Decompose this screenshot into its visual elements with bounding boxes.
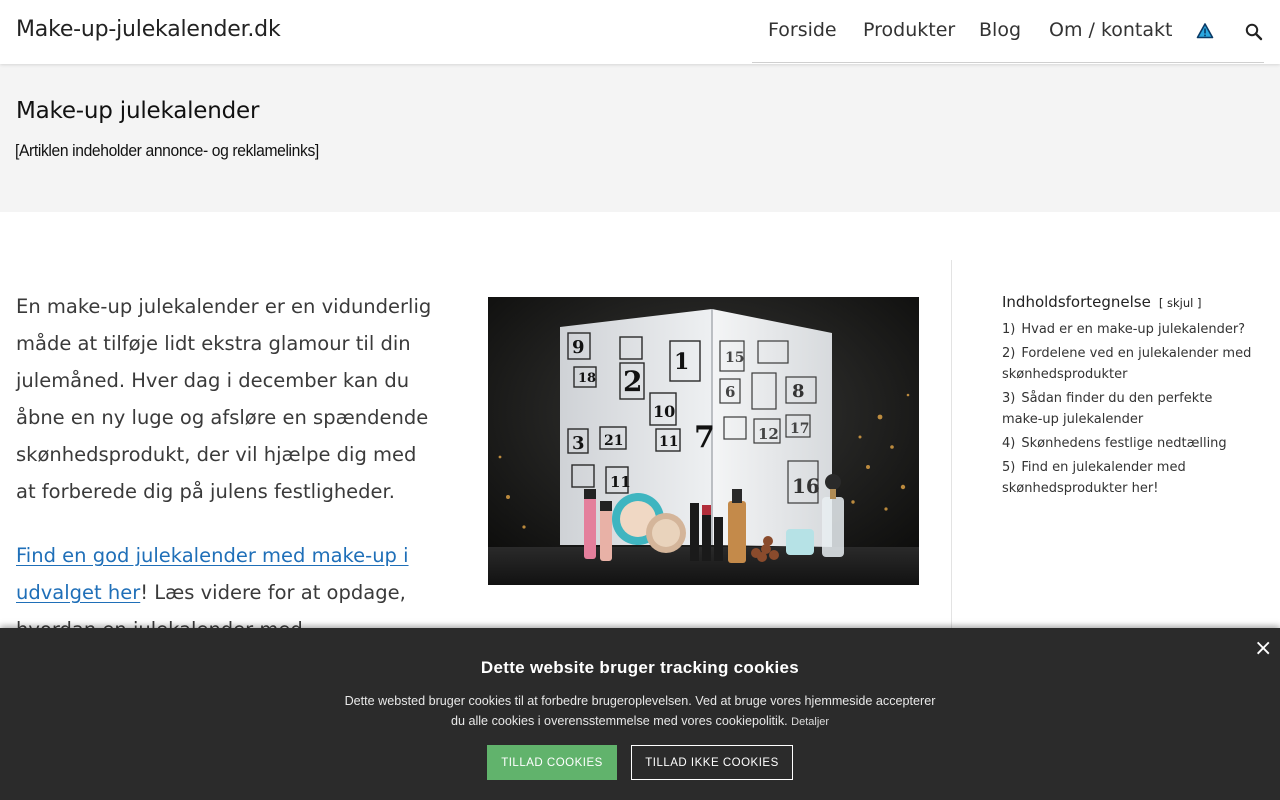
search-icon[interactable] [1244,22,1264,42]
toc-list: 1) Hvad er en make-up julekalender? 2) For… [1002,319,1252,499]
nav-item-forside[interactable]: Forside [768,19,837,41]
door-21: 21 [604,433,623,449]
toc-item-4[interactable]: 4) Skønhedens festlige nedtælling [1002,433,1252,454]
nav-item-blog[interactable]: Blog [979,19,1021,41]
toc-item-5[interactable]: 5) Find en julekalender med skønhedsprodu… [1002,457,1252,499]
cookie-consent-banner: × Dette website bruger tracking cookies … [0,628,1280,800]
door-11: 11 [659,434,678,450]
site-header: Make-up-julekalender.dk Forside Produkte… [0,0,1280,64]
cookie-body: Dette websted bruger cookies til at forb… [344,694,936,728]
door-12: 12 [758,425,779,443]
toc-title: Indholdsfortegnelse [1002,293,1151,311]
cookie-title: Dette website bruger tracking cookies [480,658,800,677]
allow-cookies-button[interactable]: TILLAD COOKIES [487,745,617,780]
door-16: 16 [792,474,820,498]
toc-item-number: 1) [1002,322,1016,337]
toc-item-number: 2) [1002,346,1016,361]
cookie-text: Dette websted bruger cookies til at forb… [340,691,940,732]
cookie-details-link[interactable]: Detaljer [791,716,829,728]
page-header-band: Make-up julekalender [Artiklen indeholde… [0,64,1280,212]
sidebar-divider [951,260,952,660]
toc-item-number: 3) [1002,391,1016,406]
toc-item-number: 5) [1002,460,1016,475]
door-15: 15 [725,350,744,366]
table-of-contents: Indholdsfortegnelse [ skjul ] 1) Hvad er e… [1002,292,1252,502]
deny-cookies-button[interactable]: TILLAD IKKE COOKIES [631,745,793,780]
door-17: 17 [790,421,809,437]
nav-item-produkter[interactable]: Produkter [863,19,955,41]
toc-item-3[interactable]: 3) Sådan finder du den perfekte make-up j… [1002,388,1252,430]
toc-item-label: Hvad er en make-up julekalender? [1021,322,1246,337]
advent-calendar-image: 9 1 15 18 2 6 8 10 3 21 11 7 12 17 11 16 [488,297,919,585]
door-2: 2 [623,365,642,398]
page-title: Make-up julekalender [16,98,260,124]
door-6: 6 [725,383,735,401]
door-18: 18 [578,371,596,386]
toc-item-2[interactable]: 2) Fordelene ved en julekalender med skøn… [1002,343,1252,385]
toc-toggle-button[interactable]: [ skjul ] [1159,296,1202,310]
toc-item-label: Skønhedens festlige nedtælling [1021,436,1227,451]
ad-disclaimer: [Artiklen indeholder annonce- og reklame… [15,141,319,160]
door-7: 7 [694,420,715,455]
intro-paragraph: En make-up julekalender er en vidunderli… [16,295,432,503]
toc-item-1[interactable]: 1) Hvad er en make-up julekalender? [1002,319,1252,340]
door-9: 9 [572,337,585,358]
warning-triangle-icon[interactable] [1196,22,1216,42]
nav-item-om-kontakt[interactable]: Om / kontakt [1049,19,1172,41]
door-3: 3 [572,433,585,454]
toc-item-label: Fordelene ved en julekalender med skønhe… [1002,346,1252,382]
main-nav: Forside Produkter Blog Om / kontakt [752,0,1264,63]
toc-item-number: 4) [1002,436,1016,451]
toc-item-label: Sådan finder du den perfekte make-up jul… [1002,391,1213,427]
toc-item-label: Find en julekalender med skønhedsprodukt… [1002,460,1186,496]
site-title[interactable]: Make-up-julekalender.dk [16,17,281,42]
door-1: 1 [674,349,689,375]
door-11b: 11 [610,473,631,491]
door-8: 8 [792,381,805,402]
door-10: 10 [653,402,675,421]
